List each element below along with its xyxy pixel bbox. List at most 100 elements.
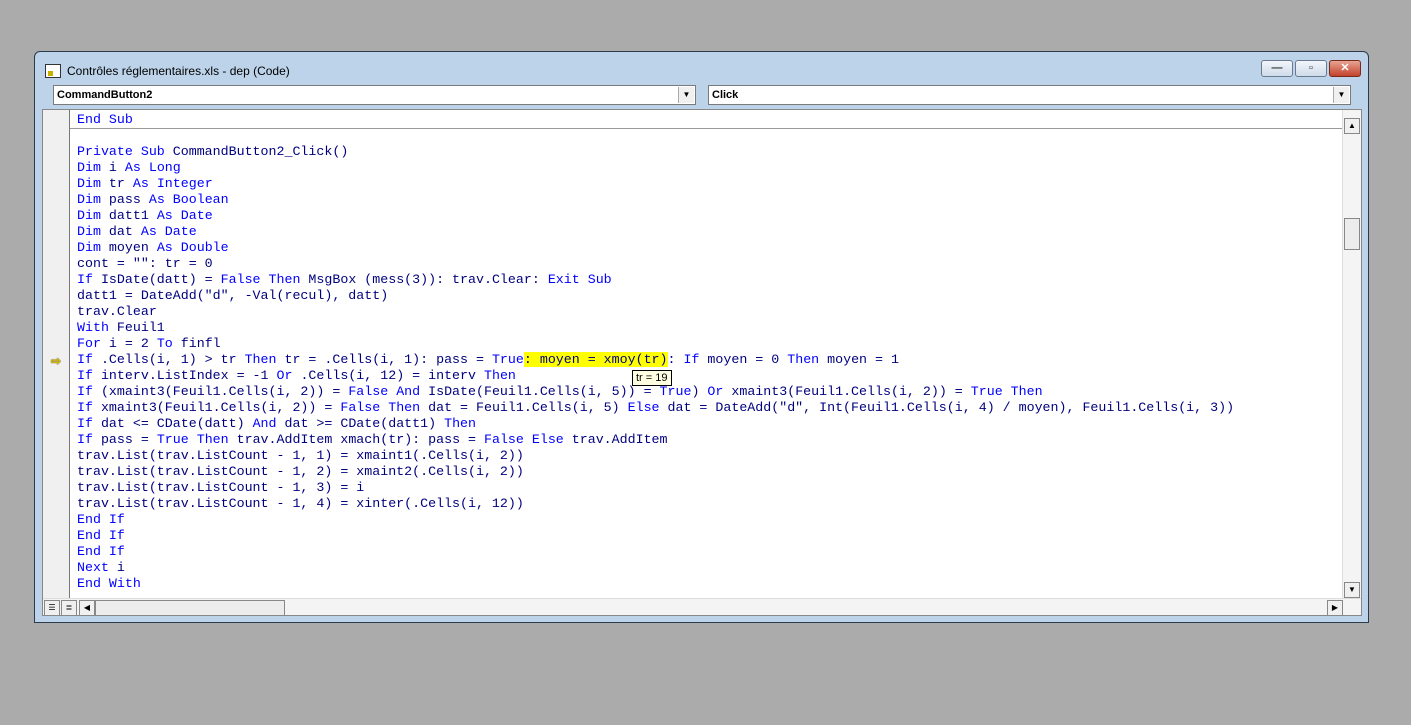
code-keyword: False Then (220, 272, 301, 287)
code-line[interactable]: End Sub (77, 112, 1234, 128)
execution-arrow-icon: ⇨ (51, 354, 62, 368)
code-line[interactable] (77, 128, 1234, 144)
procedure-dropdown-value: Click (712, 89, 739, 101)
code-line[interactable]: trav.List(trav.ListCount - 1, 4) = xinte… (77, 496, 1234, 512)
code-keyword: True Then (156, 432, 229, 447)
code-keyword: If (683, 352, 700, 367)
code-line[interactable]: If dat <= CDate(datt) And dat >= CDate(d… (77, 416, 1234, 432)
code-text: moyen = 0 (699, 352, 788, 367)
code-keyword: If (77, 400, 93, 415)
code-text: trav.List(trav.ListCount - 1, 1) = xmain… (77, 448, 524, 463)
code-line[interactable]: trav.List(trav.ListCount - 1, 1) = xmain… (77, 448, 1234, 464)
code-text: dat = Feuil1.Cells(i, 5) (420, 400, 628, 415)
code-line[interactable]: Dim pass As Boolean (77, 192, 1234, 208)
code-line[interactable]: If .Cells(i, 1) > tr Then tr = .Cells(i,… (77, 352, 1234, 368)
code-line[interactable]: If (xmaint3(Feuil1.Cells(i, 2)) = False … (77, 384, 1234, 400)
code-window: Contrôles réglementaires.xls - dep (Code… (34, 51, 1369, 623)
code-text: xmaint3(Feuil1.Cells(i, 2)) = (723, 384, 971, 399)
code-line[interactable]: If IsDate(datt) = False Then MsgBox (mes… (77, 272, 1234, 288)
code-line[interactable]: End With (77, 576, 1234, 592)
procedure-view-button[interactable]: ☰ (44, 600, 60, 615)
code-keyword: True Then (970, 384, 1043, 399)
code-text: trav.List(trav.ListCount - 1, 4) = xinte… (77, 496, 524, 511)
code-keyword: Then (244, 352, 277, 367)
code-keyword: Dim (77, 208, 101, 223)
code-line[interactable]: Private Sub CommandButton2_Click() (77, 144, 1234, 160)
window-title: Contrôles réglementaires.xls - dep (Code… (67, 64, 290, 78)
code-text: tr (100, 176, 133, 191)
code-text: .Cells(i, 1) > tr (92, 352, 245, 367)
code-keyword: And (252, 416, 277, 431)
code-keyword: As Date (156, 208, 213, 223)
scroll-left-button[interactable]: ◀ (79, 600, 95, 615)
code-line[interactable]: Next i (77, 560, 1234, 576)
code-line[interactable]: Dim dat As Date (77, 224, 1234, 240)
code-keyword: Private Sub (77, 144, 165, 159)
code-keyword: End If (77, 528, 125, 543)
scroll-up-button[interactable]: ▲ (1344, 118, 1360, 134)
code-text: moyen (100, 240, 157, 255)
code-line[interactable]: cont = "": tr = 0 (77, 256, 1234, 272)
code-keyword: For (77, 336, 101, 351)
chevron-down-icon[interactable]: ▼ (678, 87, 694, 103)
title-bar: Contrôles réglementaires.xls - dep (Code… (45, 61, 290, 81)
code-text: (xmaint3(Feuil1.Cells(i, 2)) = (92, 384, 349, 399)
code-text: dat >= CDate(datt1) (276, 416, 445, 431)
code-text: .Cells(i, 12) = interv (292, 368, 484, 383)
code-text: trav.AddItem xmach(tr): pass = (228, 432, 484, 447)
scroll-right-button[interactable]: ▶ (1327, 600, 1343, 615)
code-keyword: False And (348, 384, 421, 399)
code-text: i (100, 160, 125, 175)
code-line[interactable]: trav.List(trav.ListCount - 1, 2) = xmain… (77, 464, 1234, 480)
object-dropdown-value: CommandButton2 (57, 89, 153, 101)
code-line[interactable]: End If (77, 528, 1234, 544)
code-line[interactable]: trav.Clear (77, 304, 1234, 320)
code-text: pass = (92, 432, 157, 447)
code-text: IsDate(Feuil1.Cells(i, 5)) = (420, 384, 660, 399)
code-keyword: Dim (77, 240, 101, 255)
minimize-button[interactable]: — (1261, 60, 1293, 77)
horizontal-scroll-thumb[interactable] (95, 600, 285, 615)
scroll-down-button[interactable]: ▼ (1344, 582, 1360, 598)
code-line[interactable]: End If (77, 544, 1234, 560)
chevron-down-icon[interactable]: ▼ (1333, 87, 1349, 103)
code-line[interactable]: If pass = True Then trav.AddItem xmach(t… (77, 432, 1234, 448)
code-keyword: If (77, 384, 93, 399)
object-dropdown[interactable]: CommandButton2 ▼ (53, 85, 696, 105)
code-keyword: As Date (140, 224, 197, 239)
code-line[interactable]: Dim datt1 As Date (77, 208, 1234, 224)
code-line[interactable]: For i = 2 To finfl (77, 336, 1234, 352)
code-keyword: Or (707, 384, 724, 399)
code-keyword: Dim (77, 176, 101, 191)
code-text: cont = "": tr = 0 (77, 256, 213, 271)
code-line[interactable]: Dim tr As Integer (77, 176, 1234, 192)
code-keyword: If (77, 352, 93, 367)
maximize-button[interactable]: ▫ (1295, 60, 1327, 77)
code-keyword: End If (77, 544, 125, 559)
code-line[interactable]: datt1 = DateAdd("d", -Val(recul), datt) (77, 288, 1234, 304)
code-text: Feuil1 (108, 320, 165, 335)
code-keyword: As Boolean (148, 192, 229, 207)
close-button[interactable]: ✕ (1329, 60, 1361, 77)
code-line[interactable]: trav.List(trav.ListCount - 1, 3) = i (77, 480, 1234, 496)
code-pane[interactable]: ⇨ End Sub Private Sub CommandButton2_Cli… (42, 109, 1362, 616)
code-line[interactable]: End If (77, 512, 1234, 528)
code-keyword: To (156, 336, 173, 351)
procedure-dropdown[interactable]: Click ▼ (708, 85, 1351, 105)
vertical-scrollbar[interactable]: ▲ ▼ (1342, 110, 1361, 598)
code-keyword: Then (787, 352, 820, 367)
vertical-scroll-thumb[interactable] (1344, 218, 1360, 250)
code-line[interactable]: Dim i As Long (77, 160, 1234, 176)
code-highlighted-statement: : moyen = xmoy(tr) (523, 352, 668, 367)
full-module-view-button[interactable]: ≣ (61, 600, 77, 615)
code-text: datt1 = DateAdd("d", -Val(recul), datt) (77, 288, 389, 303)
code-editor[interactable]: End Sub Private Sub CommandButton2_Click… (77, 112, 1234, 592)
code-keyword: Or (276, 368, 293, 383)
data-tip-tooltip: tr = 19 (632, 370, 672, 386)
code-keyword: If (77, 368, 93, 383)
code-keyword: End With (77, 576, 141, 591)
code-text: trav.AddItem (563, 432, 668, 447)
code-line[interactable]: Dim moyen As Double (77, 240, 1234, 256)
code-line[interactable]: If xmaint3(Feuil1.Cells(i, 2)) = False T… (77, 400, 1234, 416)
code-line[interactable]: With Feuil1 (77, 320, 1234, 336)
